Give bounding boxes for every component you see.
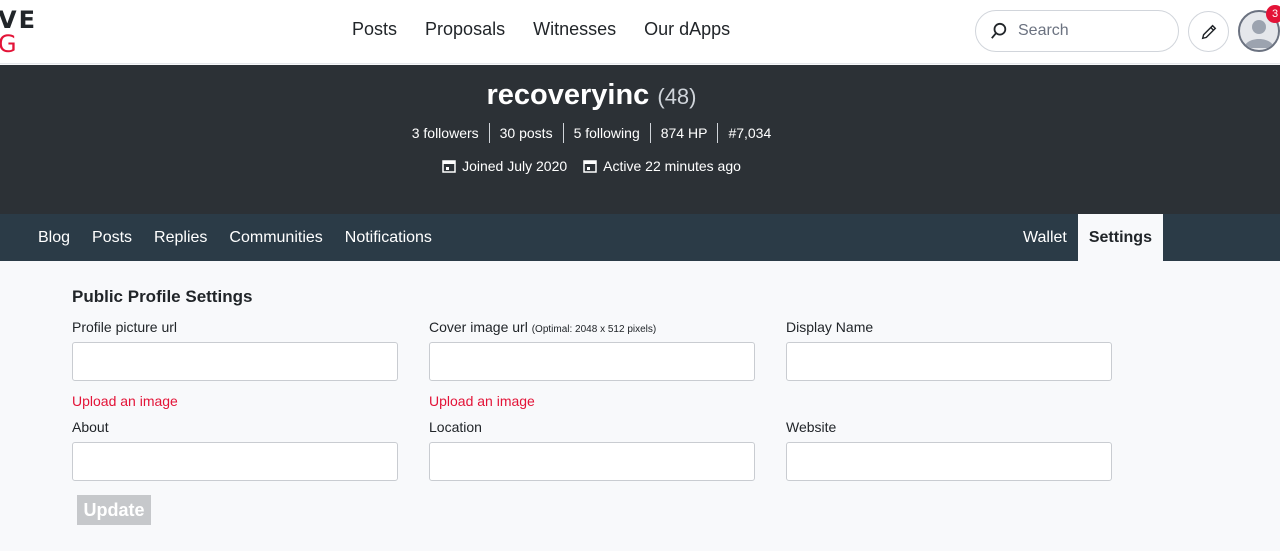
- username: recoveryinc: [486, 79, 650, 111]
- display-name-input[interactable]: [786, 342, 1112, 381]
- settings-section: Public Profile Settings: [72, 287, 1122, 307]
- location-input[interactable]: [429, 442, 755, 481]
- upload-cover-image-link[interactable]: Upload an image: [429, 393, 755, 409]
- posts-count: 30 posts: [488, 123, 563, 143]
- update-button[interactable]: Update: [77, 495, 151, 525]
- about-field: About: [72, 419, 398, 481]
- profile-tabs: Blog Posts Replies Communities Notificat…: [0, 214, 1280, 261]
- joined-date: Joined July 2020: [442, 158, 567, 174]
- tab-notifications[interactable]: Notifications: [334, 229, 443, 247]
- active-text: Active 22 minutes ago: [603, 158, 741, 174]
- location-label: Location: [429, 419, 482, 435]
- search-icon: [991, 22, 1007, 39]
- calendar-icon: [583, 160, 597, 173]
- website-input[interactable]: [786, 442, 1112, 481]
- display-name-label: Display Name: [786, 319, 874, 335]
- top-header: VE G Posts Proposals Witnesses Our dApps…: [0, 0, 1280, 64]
- tab-wallet[interactable]: Wallet: [1012, 229, 1078, 247]
- website-field: Website: [786, 419, 1112, 481]
- tab-blog[interactable]: Blog: [27, 229, 81, 247]
- cover-image-field: Cover image url (Optimal: 2048 x 512 pix…: [429, 319, 755, 409]
- profile-picture-field: Profile picture url Upload an image: [72, 319, 398, 409]
- profile-header: recoveryinc (48) 3 followers 30 posts 5 …: [0, 65, 1280, 214]
- profile-name: recoveryinc (48): [0, 79, 1183, 112]
- about-input[interactable]: [72, 442, 398, 481]
- location-field: Location: [429, 419, 755, 481]
- create-post-button[interactable]: [1188, 11, 1229, 52]
- profile-picture-input[interactable]: [72, 342, 398, 381]
- main-nav: Posts Proposals Witnesses Our dApps: [338, 19, 744, 40]
- search-input[interactable]: [1018, 22, 1158, 40]
- search-box[interactable]: [975, 10, 1179, 52]
- about-label: About: [72, 419, 109, 435]
- following-count[interactable]: 5 following: [562, 123, 650, 143]
- site-logo[interactable]: VE G: [0, 6, 37, 58]
- tab-posts[interactable]: Posts: [81, 229, 143, 247]
- display-name-field: Display Name: [786, 319, 1112, 381]
- nav-proposals[interactable]: Proposals: [411, 19, 519, 40]
- pencil-icon: [1201, 24, 1216, 39]
- tab-replies[interactable]: Replies: [143, 229, 218, 247]
- cover-image-label-text: Cover image url: [429, 319, 528, 335]
- nav-witnesses[interactable]: Witnesses: [519, 19, 630, 40]
- nav-dapps[interactable]: Our dApps: [630, 19, 744, 40]
- profile-picture-label: Profile picture url: [72, 319, 178, 335]
- cover-image-label: Cover image url (Optimal: 2048 x 512 pix…: [429, 319, 755, 337]
- settings-title: Public Profile Settings: [72, 287, 253, 306]
- reputation: (48): [657, 84, 697, 109]
- website-label: Website: [786, 419, 837, 435]
- logo-line-2: G: [0, 30, 19, 58]
- logo-line-1: VE: [0, 6, 37, 34]
- cover-image-hint: (Optimal: 2048 x 512 pixels): [531, 324, 657, 335]
- joined-text: Joined July 2020: [462, 158, 568, 174]
- rank: #7,034: [717, 123, 781, 143]
- tab-communities[interactable]: Communities: [218, 229, 333, 247]
- profile-dates: Joined July 2020 Active 22 minutes ago: [0, 158, 1183, 174]
- tab-settings[interactable]: Settings: [1077, 214, 1163, 261]
- calendar-icon: [442, 160, 456, 173]
- cover-image-input[interactable]: [429, 342, 755, 381]
- upload-profile-picture-link[interactable]: Upload an image: [72, 393, 398, 409]
- active-date: Active 22 minutes ago: [583, 158, 741, 174]
- profile-stats: 3 followers 30 posts 5 following 874 HP …: [0, 123, 1183, 143]
- followers-count[interactable]: 3 followers: [402, 123, 489, 143]
- hive-power: 874 HP: [649, 123, 718, 143]
- nav-posts[interactable]: Posts: [338, 19, 411, 40]
- notification-badge: 3: [1266, 5, 1280, 23]
